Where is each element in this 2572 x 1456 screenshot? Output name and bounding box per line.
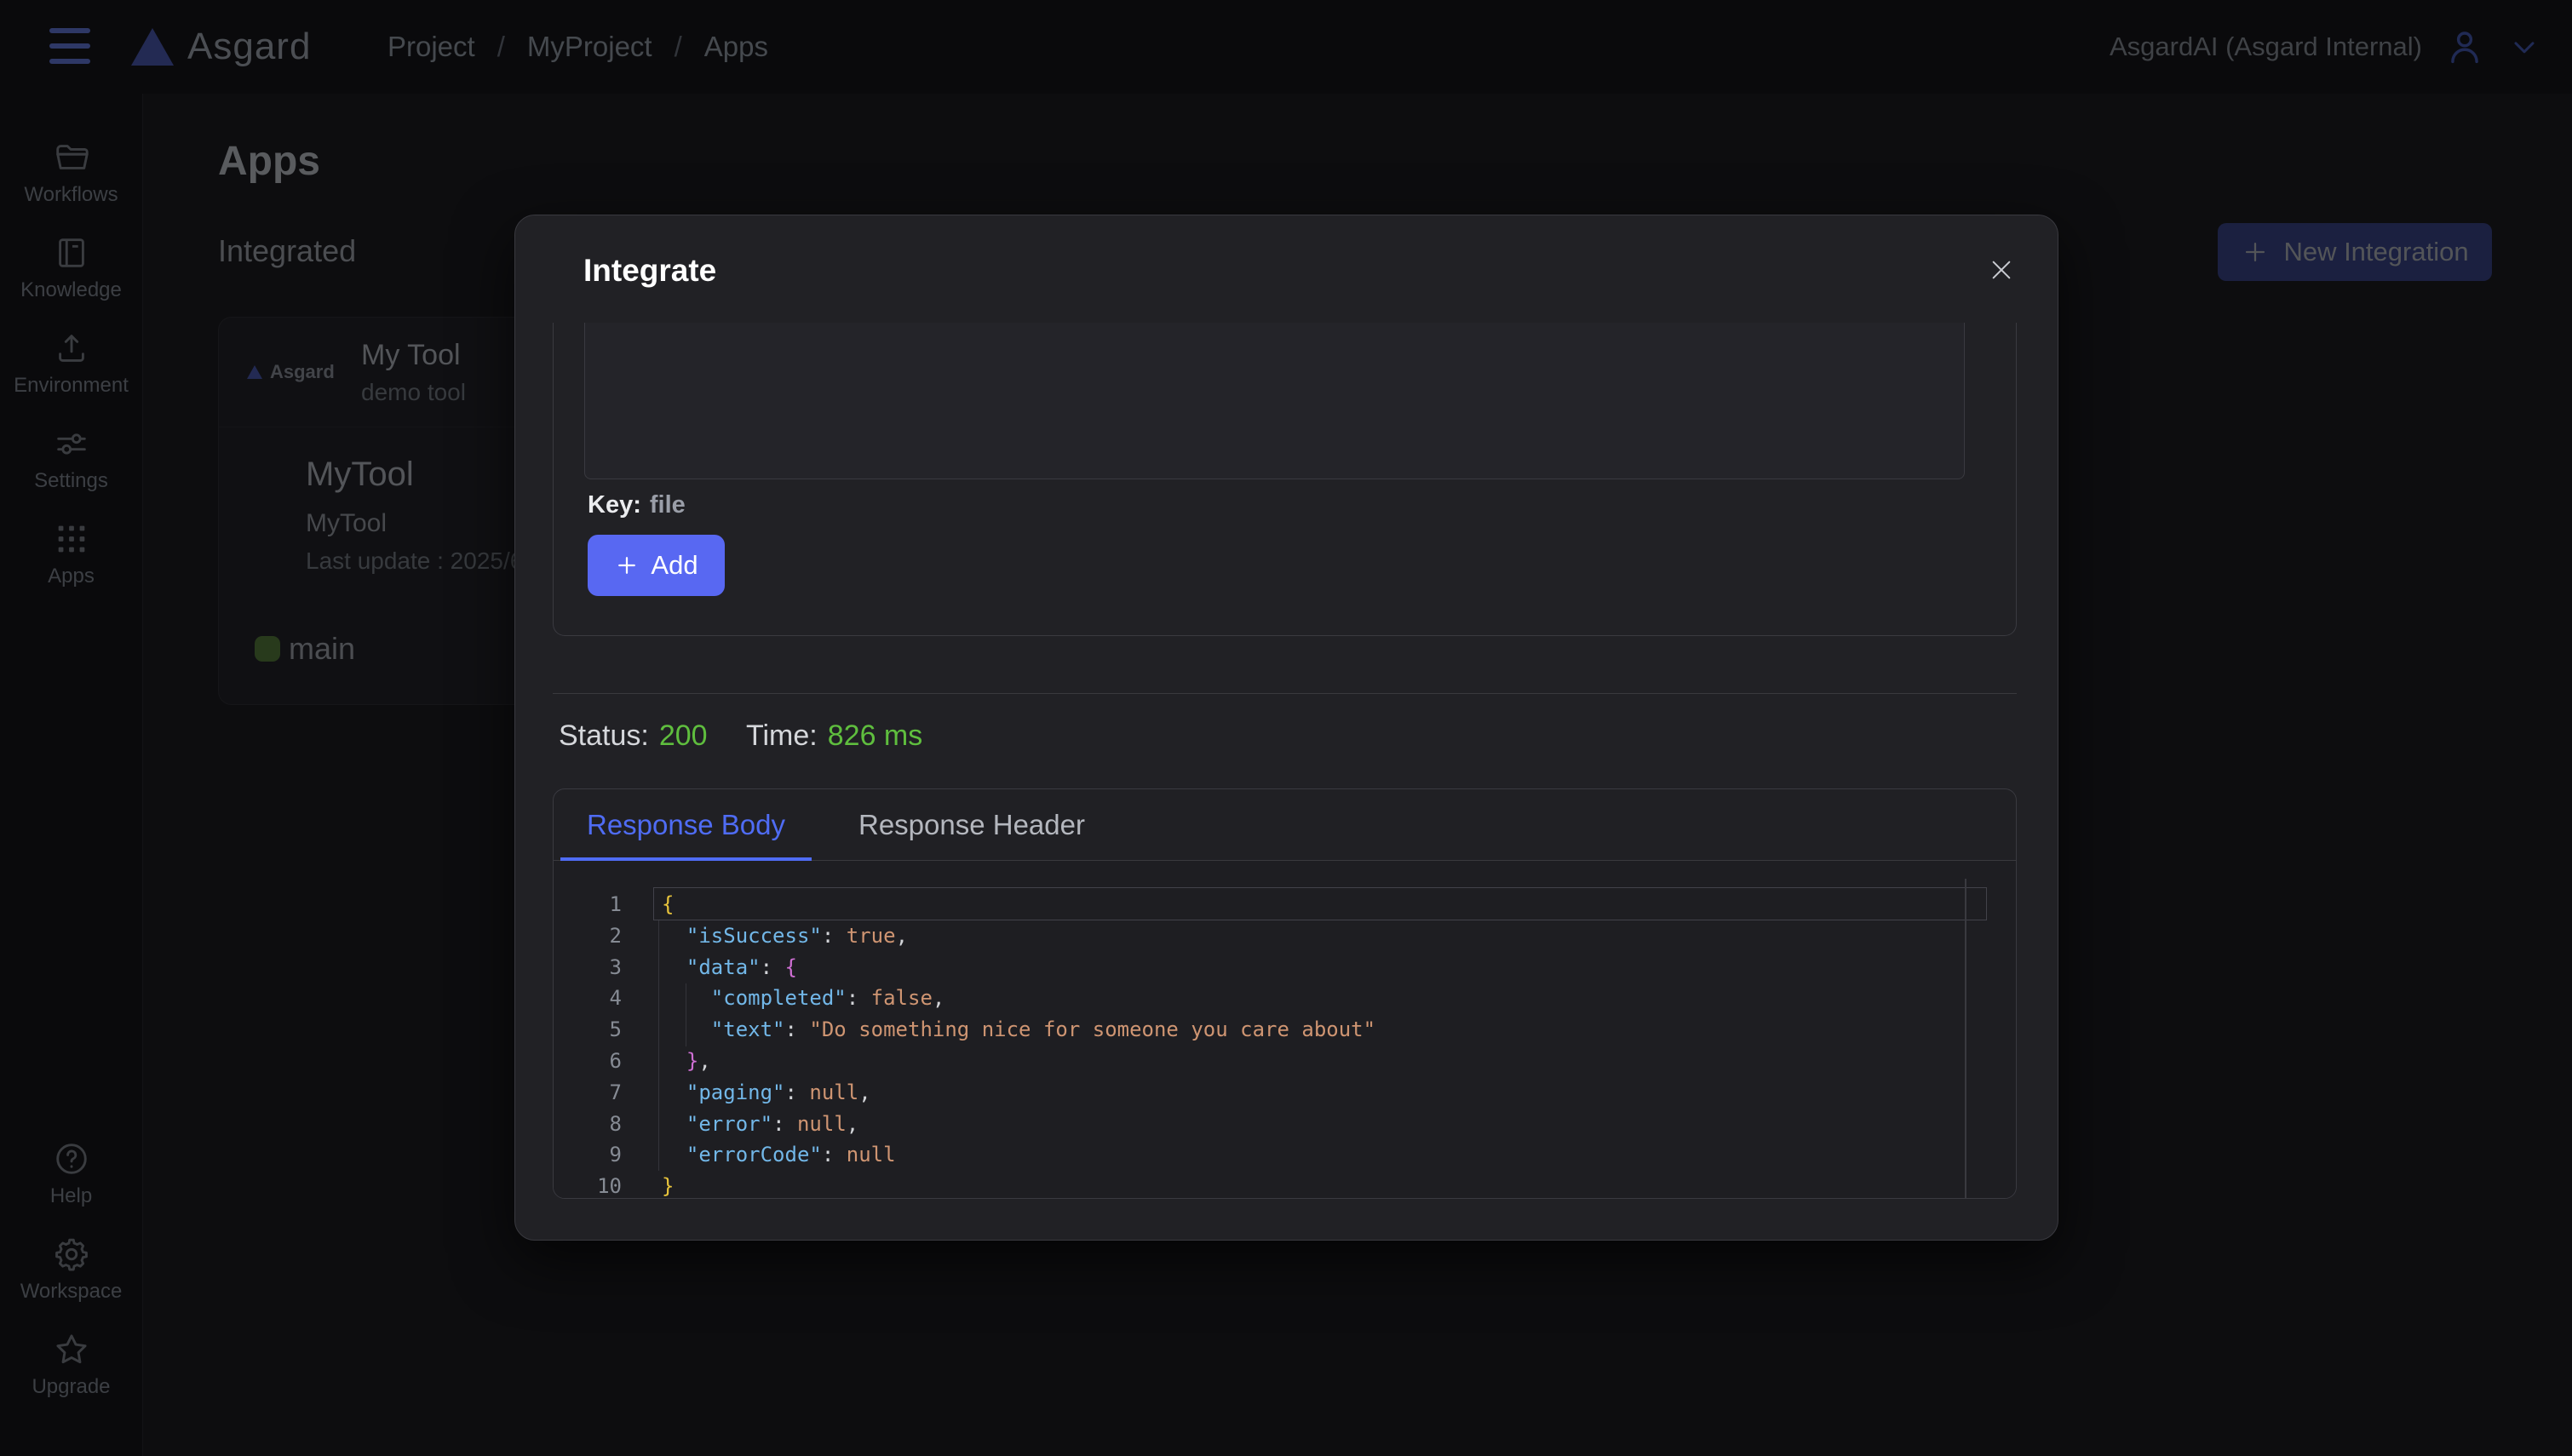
divider	[553, 693, 2017, 694]
code-lines: 1{2 "isSuccess": true,3 "data": {4 "comp…	[554, 889, 2016, 1198]
code-line: 2 "isSuccess": true,	[554, 920, 2016, 952]
close-icon[interactable]	[1979, 248, 2024, 292]
modal-title: Integrate	[583, 253, 716, 289]
active-line-highlight	[653, 887, 1987, 920]
code-line: 7 "paging": null,	[554, 1077, 2016, 1109]
line-number: 1	[554, 889, 622, 920]
key-value: file	[650, 491, 686, 519]
tab-response-body[interactable]: Response Body	[560, 789, 812, 860]
integrate-modal: Integrate Key:file Add Status:200 Time:8…	[514, 215, 2058, 1241]
tab-label: Response Header	[858, 809, 1085, 841]
editor-scrollbar[interactable]	[1965, 879, 1966, 1199]
line-number: 10	[554, 1171, 622, 1198]
status-code: Status:200	[559, 719, 708, 753]
code-line: 4 "completed": false,	[554, 983, 2016, 1014]
app-root: Asgard Project/MyProject/Apps AsgardAI (…	[0, 0, 2572, 1456]
line-number: 7	[554, 1077, 622, 1109]
response-tabs: Response Body Response Header	[554, 789, 2016, 861]
line-number: 8	[554, 1109, 622, 1140]
key-row: Key:file	[588, 491, 686, 519]
line-number: 3	[554, 952, 622, 983]
code-line: 3 "data": {	[554, 952, 2016, 983]
line-number: 9	[554, 1139, 622, 1171]
code-line: 8 "error": null,	[554, 1109, 2016, 1140]
line-number: 5	[554, 1014, 622, 1046]
code-line: 9 "errorCode": null	[554, 1139, 2016, 1171]
integration-form-panel: Key:file Add	[553, 323, 2017, 636]
line-number: 4	[554, 983, 622, 1014]
plus-icon	[614, 553, 640, 578]
add-button[interactable]: Add	[588, 535, 725, 596]
line-number: 2	[554, 920, 622, 952]
file-input-area[interactable]	[584, 323, 1965, 479]
status-value: 200	[659, 719, 708, 752]
code-line: 5 "text": "Do something nice for someone…	[554, 1014, 2016, 1046]
response-panel: Response Body Response Header 1{2 "isSucc…	[553, 788, 2017, 1199]
indent-guide	[658, 920, 659, 1171]
time-value: 826 ms	[828, 719, 923, 752]
code-line: 10}	[554, 1171, 2016, 1198]
code-line: 6 },	[554, 1046, 2016, 1077]
tab-label: Response Body	[587, 809, 785, 841]
response-time: Time:826 ms	[746, 719, 922, 753]
line-number: 6	[554, 1046, 622, 1077]
tab-response-header[interactable]: Response Header	[832, 789, 1111, 860]
